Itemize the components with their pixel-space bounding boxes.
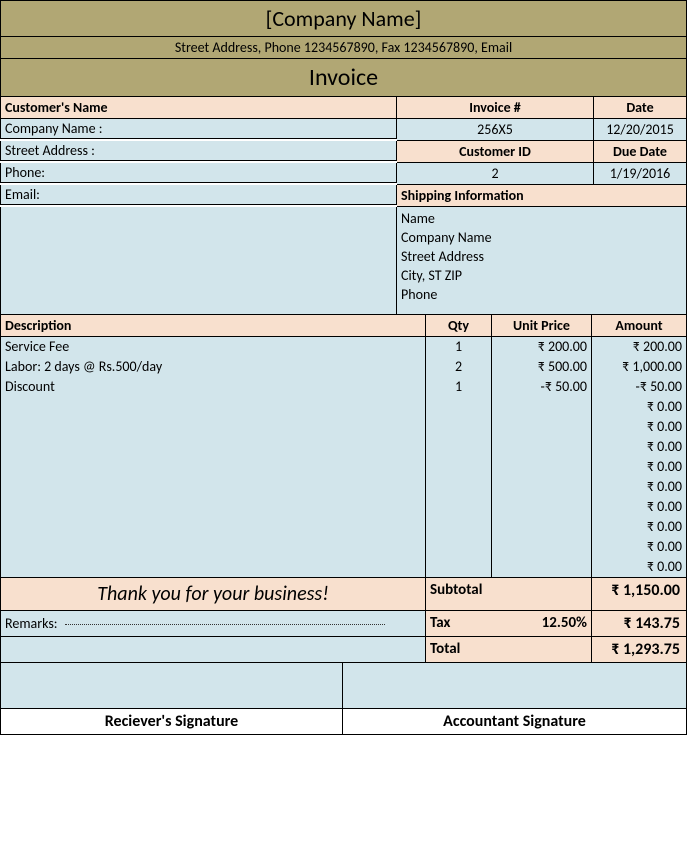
total-value: ₹ 1,293.75 [592,637,687,663]
customer-blank-area [0,207,397,315]
receiver-sig-space [0,663,343,709]
item-qty [426,497,491,517]
shipping-street: Street Address [401,247,682,266]
item-amount: ₹ 0.00 [592,397,686,417]
item-desc [1,397,425,417]
customer-street-label: Street Address : [0,141,397,161]
thank-you-text: Thank you for your business! [0,578,426,611]
tax-value: ₹ 143.75 [592,611,687,637]
item-amount: ₹ 0.00 [592,497,686,517]
item-amount: ₹ 0.00 [592,437,686,457]
invoice-num-value: 256X5 [397,119,594,141]
item-price [492,457,591,477]
item-price: ₹ 500.00 [492,357,591,377]
col-description: Description [0,315,426,337]
item-desc: Service Fee [1,337,425,357]
due-date-label: Due Date [594,141,687,163]
item-desc [1,477,425,497]
item-qty [426,437,491,457]
item-desc: Labor: 2 days @ Rs.500/day [1,357,425,377]
item-amount: ₹ 0.00 [592,417,686,437]
subtotal-label: Subtotal [426,578,592,611]
invoice-num-label: Invoice # [397,97,594,119]
item-amount: -₹ 50.00 [592,377,686,397]
item-price [492,437,591,457]
item-qty [426,537,491,557]
accountant-sig-space [343,663,687,709]
item-qty [426,557,491,577]
item-amount: ₹ 0.00 [592,557,686,577]
item-desc [1,537,425,557]
customer-name-header: Customer's Name [0,97,397,119]
item-qty: 1 [426,377,491,397]
shipping-city: City, ST ZIP [401,266,682,285]
item-desc [1,517,425,537]
item-desc [1,437,425,457]
item-price [492,417,591,437]
remarks-line[interactable] [65,624,385,625]
item-price: ₹ 200.00 [492,337,591,357]
customer-company-label: Company Name : [0,119,397,139]
item-price [492,557,591,577]
remarks-row: Remarks: [0,611,426,637]
customer-id-label: Customer ID [397,141,594,163]
item-desc: Discount [1,377,425,397]
tax-label: Tax [430,614,450,633]
item-amount: ₹ 0.00 [592,477,686,497]
due-date-value: 1/19/2016 [594,163,687,185]
subtotal-value: ₹ 1,150.00 [592,578,687,611]
col-amount: Amount [592,315,687,337]
item-desc [1,557,425,577]
tax-rate: 12.50% [542,614,587,633]
company-info: Street Address, Phone 1234567890, Fax 12… [0,37,687,59]
shipping-block: Name Company Name Street Address City, S… [397,207,687,315]
date-label: Date [594,97,687,119]
shipping-name: Name [401,209,682,228]
item-amount: ₹ 0.00 [592,457,686,477]
item-qty [426,477,491,497]
item-price [492,497,591,517]
accountant-sig-label: Accountant Signature [343,709,687,735]
customer-id-value: 2 [397,163,594,185]
item-amount: ₹ 200.00 [592,337,686,357]
shipping-company: Company Name [401,228,682,247]
item-price [492,477,591,497]
shipping-title: Shipping Information [397,185,687,207]
item-qty [426,517,491,537]
item-price: -₹ 50.00 [492,377,591,397]
item-price [492,397,591,417]
item-price [492,537,591,557]
remarks-blank [0,637,426,663]
item-qty [426,397,491,417]
item-qty: 1 [426,337,491,357]
receiver-sig-label: Reciever's Signature [0,709,343,735]
item-desc [1,417,425,437]
item-amount: ₹ 0.00 [592,537,686,557]
item-qty: 2 [426,357,491,377]
customer-email-label: Email: [0,185,397,205]
tax-row: Tax 12.50% [426,611,592,637]
invoice-title: Invoice [0,59,687,97]
item-desc [1,457,425,477]
item-qty [426,417,491,437]
col-unit-price: Unit Price [492,315,592,337]
item-amount: ₹ 1,000.00 [592,357,686,377]
items-table: Service FeeLabor: 2 days @ Rs.500/dayDis… [0,337,687,578]
item-price [492,517,591,537]
total-label: Total [426,637,592,663]
date-value: 12/20/2015 [594,119,687,141]
company-name: [Company Name] [0,0,687,37]
item-desc [1,497,425,517]
item-amount: ₹ 0.00 [592,517,686,537]
item-qty [426,457,491,477]
remarks-label: Remarks: [5,615,58,632]
shipping-phone: Phone [401,285,682,304]
customer-phone-label: Phone: [0,163,397,183]
col-qty: Qty [426,315,492,337]
